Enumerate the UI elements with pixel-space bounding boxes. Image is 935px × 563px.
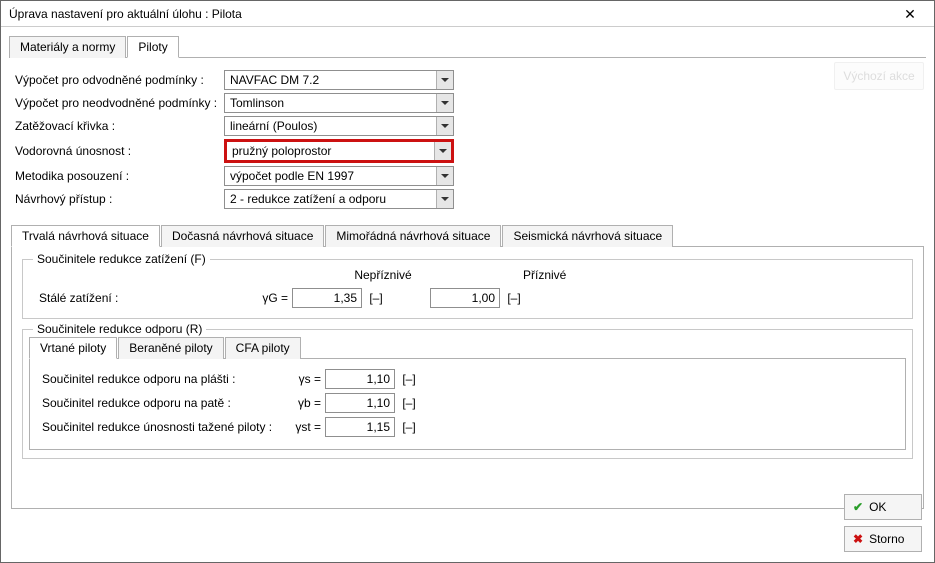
combo-undrained-text: Tomlinson	[225, 96, 436, 110]
label-undrained: Výpočet pro neodvodněné podmínky :	[11, 96, 224, 110]
chevron-down-icon	[439, 149, 447, 153]
tab-seismic[interactable]: Seismická návrhová situace	[502, 225, 673, 247]
input-gamma-g-fav[interactable]	[430, 288, 500, 308]
row-permanent-load: Stálé zatížení : γG = [–] [–]	[33, 286, 902, 310]
pile-type-body: Součinitel redukce odporu na plášti : γs…	[29, 359, 906, 450]
check-icon: ✔	[853, 500, 863, 514]
symbol-gamma-g: γG =	[253, 291, 288, 305]
label-permanent-load: Stálé zatížení :	[33, 291, 253, 305]
ok-label: OK	[869, 500, 886, 514]
unit-2: [–]	[500, 291, 528, 305]
dialog-buttons: ✔ OK ✖ Storno	[844, 494, 922, 552]
tab-piloty[interactable]: Piloty	[127, 36, 178, 58]
chevron-down-icon	[441, 124, 449, 128]
combo-design-approach[interactable]: 2 - redukce zatížení a odporu	[224, 189, 454, 209]
storno-label: Storno	[869, 532, 904, 546]
label-shaft: Součinitel redukce odporu na plášti :	[36, 372, 286, 386]
label-design-approach: Návrhový přístup :	[11, 192, 224, 206]
chevron-down-icon	[441, 174, 449, 178]
pile-type-tabstrip: Vrtané piloty Beraněné piloty CFA piloty	[29, 336, 906, 359]
row-load-curve: Zatěžovací křivka : lineární (Poulos)	[11, 114, 924, 137]
cross-icon: ✖	[853, 532, 863, 546]
combo-methodology[interactable]: výpočet podle EN 1997	[224, 166, 454, 186]
unit-gs: [–]	[395, 372, 423, 386]
combo-horizontal-capacity[interactable]: pružný poloprostor	[224, 139, 454, 163]
legend-resistance-reduction: Součinitele redukce odporu (R)	[33, 322, 206, 336]
close-icon: ✕	[904, 6, 916, 22]
combo-design-approach-text: 2 - redukce zatížení a odporu	[225, 192, 436, 206]
unit-gb: [–]	[395, 396, 423, 410]
main-tabstrip-wrap: Materiály a normy Piloty	[1, 27, 934, 58]
chevron-down-icon	[441, 78, 449, 82]
label-drained: Výpočet pro odvodněné podmínky :	[11, 73, 224, 87]
dialog-title: Úprava nastavení pro aktuální úlohu : Pi…	[9, 7, 890, 21]
input-gamma-st[interactable]	[325, 417, 395, 437]
titlebar: Úprava nastavení pro aktuální úlohu : Pi…	[1, 1, 934, 27]
main-tabstrip: Materiály a normy Piloty	[9, 35, 926, 58]
unit-1: [–]	[362, 291, 390, 305]
row-base-resistance: Součinitel redukce odporu na patě : γb =…	[36, 391, 899, 415]
label-load-curve: Zatěžovací křivka :	[11, 119, 224, 133]
group-load-reduction: Součinitele redukce zatížení (F) Nepřízn…	[22, 259, 913, 319]
settings-dialog: Úprava nastavení pro aktuální úlohu : Pi…	[0, 0, 935, 563]
combo-drained[interactable]: NAVFAC DM 7.2	[224, 70, 454, 90]
tab-extraordinary[interactable]: Mimořádná návrhová situace	[325, 225, 501, 247]
label-horizontal-capacity: Vodorovná únosnost :	[11, 144, 224, 158]
input-gamma-s[interactable]	[325, 369, 395, 389]
combo-undrained[interactable]: Tomlinson	[224, 93, 454, 113]
combo-load-curve-button[interactable]	[436, 117, 453, 135]
default-action-button[interactable]: Výchozí akce	[834, 62, 924, 90]
label-base: Součinitel redukce odporu na patě :	[36, 396, 286, 410]
symbol-gamma-s: γs =	[286, 372, 321, 386]
symbol-gamma-b: γb =	[286, 396, 321, 410]
input-gamma-b[interactable]	[325, 393, 395, 413]
combo-horizontal-capacity-button[interactable]	[434, 142, 451, 160]
row-drained: Výpočet pro odvodněné podmínky : NAVFAC …	[11, 68, 924, 91]
combo-design-approach-button[interactable]	[436, 190, 453, 208]
row-shaft-resistance: Součinitel redukce odporu na plášti : γs…	[36, 367, 899, 391]
combo-drained-text: NAVFAC DM 7.2	[225, 73, 436, 87]
close-button[interactable]: ✕	[890, 3, 930, 25]
combo-drained-button[interactable]	[436, 71, 453, 89]
group-resistance-reduction: Součinitele redukce odporu (R) Vrtané pi…	[22, 329, 913, 459]
tab-materials[interactable]: Materiály a normy	[9, 36, 126, 58]
header-unfavorable: Nepříznivé	[333, 268, 433, 282]
combo-methodology-button[interactable]	[436, 167, 453, 185]
unit-gst: [–]	[395, 420, 423, 434]
combo-horizontal-capacity-text: pružný poloprostor	[227, 144, 434, 158]
row-methodology: Metodika posouzení : výpočet podle EN 19…	[11, 164, 924, 187]
combo-load-curve-text: lineární (Poulos)	[225, 119, 436, 133]
tab-bored-piles[interactable]: Vrtané piloty	[29, 337, 117, 359]
row-tension-capacity: Součinitel redukce únosnosti tažené pilo…	[36, 415, 899, 439]
column-headers: Nepříznivé Příznivé	[33, 268, 902, 282]
tab-driven-piles[interactable]: Beraněné piloty	[118, 337, 223, 359]
design-situation-body: Součinitele redukce zatížení (F) Nepřízn…	[11, 247, 924, 509]
tab-cfa-piles[interactable]: CFA piloty	[225, 337, 301, 359]
design-situation-tabstrip: Trvalá návrhová situace Dočasná návrhová…	[11, 224, 924, 247]
row-design-approach: Návrhový přístup : 2 - redukce zatížení …	[11, 187, 924, 210]
combo-methodology-text: výpočet podle EN 1997	[225, 169, 436, 183]
combo-undrained-button[interactable]	[436, 94, 453, 112]
row-undrained: Výpočet pro neodvodněné podmínky : Tomli…	[11, 91, 924, 114]
tab-temporary[interactable]: Dočasná návrhová situace	[161, 225, 324, 247]
header-favorable: Příznivé	[495, 268, 595, 282]
row-horizontal-capacity: Vodorovná únosnost : pružný poloprostor	[11, 137, 924, 164]
tab-content: Výchozí akce Výpočet pro odvodněné podmí…	[1, 58, 934, 562]
legend-load-reduction: Součinitele redukce zatížení (F)	[33, 252, 210, 266]
label-tension: Součinitel redukce únosnosti tažené pilo…	[36, 420, 286, 434]
tab-permanent[interactable]: Trvalá návrhová situace	[11, 225, 160, 247]
chevron-down-icon	[441, 197, 449, 201]
chevron-down-icon	[441, 101, 449, 105]
input-gamma-g-unfav[interactable]	[292, 288, 362, 308]
design-situations: Trvalá návrhová situace Dočasná návrhová…	[11, 224, 924, 514]
ok-button[interactable]: ✔ OK	[844, 494, 922, 520]
label-methodology: Metodika posouzení :	[11, 169, 224, 183]
symbol-gamma-st: γst =	[286, 420, 321, 434]
combo-load-curve[interactable]: lineární (Poulos)	[224, 116, 454, 136]
storno-button[interactable]: ✖ Storno	[844, 526, 922, 552]
